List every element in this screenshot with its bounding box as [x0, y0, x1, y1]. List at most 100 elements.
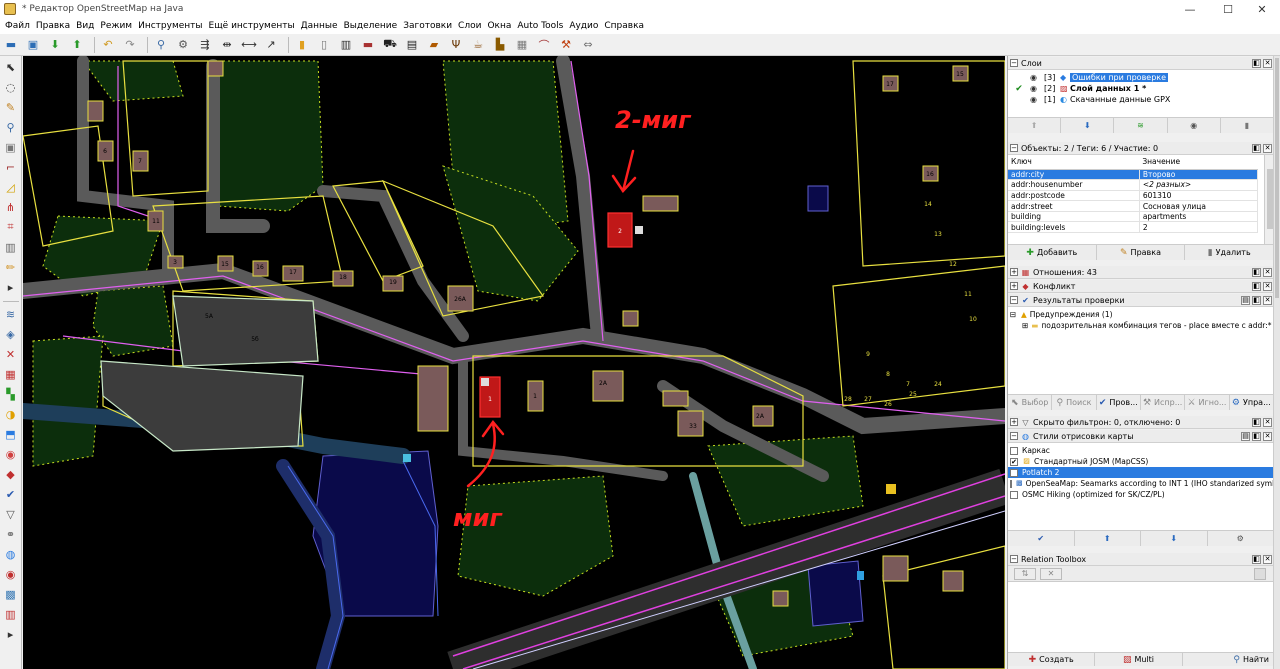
warnings-group[interactable]: ⊟ ▲ Предупреждения (1): [1008, 309, 1273, 320]
close-dialog-button[interactable]: ✕: [1263, 268, 1272, 277]
filter-icon[interactable]: ▽: [2, 505, 20, 523]
download-icon[interactable]: ⬇: [46, 36, 64, 54]
layer-row[interactable]: ✔ ◉ [2] ▨ Слой данных 1 *: [1008, 83, 1273, 94]
improve-way-icon[interactable]: ⋔: [2, 198, 20, 216]
expand-toolbar-icon[interactable]: ▸: [2, 278, 20, 296]
scrollbar-thumb[interactable]: [1275, 58, 1279, 298]
building-tool-icon[interactable]: ⌗: [2, 218, 20, 236]
toggle-view-icon[interactable]: ⚭: [2, 525, 20, 543]
zoom-to-button[interactable]: ⚲ Поиск: [1052, 395, 1097, 410]
preset-street-icon[interactable]: ▥: [337, 36, 355, 54]
save-icon[interactable]: ▣: [24, 36, 42, 54]
conflict-dialog-header[interactable]: + ◆ Конфликт ◧ ✕: [1008, 280, 1273, 293]
tags-toggle-icon[interactable]: ◈: [2, 325, 20, 343]
draw-mode-icon[interactable]: ✎: [2, 98, 20, 116]
relation-toolbox-header[interactable]: − Relation Toolbox ◧ ✕: [1008, 553, 1273, 566]
preset-arrows-icon[interactable]: ⇔: [579, 36, 597, 54]
preset-building-icon[interactable]: ▮: [293, 36, 311, 54]
multipolygon-button[interactable]: ▧ Multi: [1095, 653, 1183, 666]
column-key[interactable]: Ключ: [1008, 155, 1140, 170]
combine-way-icon[interactable]: ⟷: [240, 36, 258, 54]
extrude-mode-icon[interactable]: ⌐: [2, 158, 20, 176]
visibility-eye-icon[interactable]: ◉: [1030, 95, 1044, 104]
move-down-button[interactable]: ⬇: [1061, 118, 1115, 133]
validation-icon[interactable]: ✔: [2, 485, 20, 503]
fix-button[interactable]: ⚒ Испр...: [1141, 395, 1186, 410]
parallel-mode-icon[interactable]: ◿: [2, 178, 20, 196]
menu-mode[interactable]: Режим: [97, 21, 135, 31]
map-styles-dialog-header[interactable]: − ◍ Стили отрисовки карты ▤ ◧ ✕: [1008, 430, 1273, 443]
detach-button[interactable]: ◧: [1252, 555, 1261, 564]
preset-cafe-icon[interactable]: ☕: [469, 36, 487, 54]
close-dialog-button[interactable]: ✕: [1263, 144, 1272, 153]
close-dialog-button[interactable]: ✕: [1263, 418, 1272, 427]
preset-industrial-icon[interactable]: ▙: [491, 36, 509, 54]
minimize-button[interactable]: —: [1172, 0, 1208, 18]
close-dialog-button[interactable]: ✕: [1263, 555, 1272, 564]
expand-toggle[interactable]: +: [1010, 268, 1018, 276]
settings-button[interactable]: ▤: [1241, 296, 1250, 305]
map-style-row[interactable]: Каркас: [1008, 445, 1273, 456]
menu-auto-tools[interactable]: Auto Tools: [514, 21, 566, 31]
zoom-icon[interactable]: ⚲: [152, 36, 170, 54]
conflict-icon[interactable]: ◆: [2, 465, 20, 483]
relations-dialog-header[interactable]: + ▦ Отношения: 43 ◧ ✕: [1008, 266, 1273, 279]
delete-tag-button[interactable]: ▮ Удалить: [1185, 245, 1273, 260]
layers-toggle-icon[interactable]: ≋: [2, 305, 20, 323]
filter-dialog-header[interactable]: + ▽ Скрыто фильтрон: 0, отключено: 0 ◧ ✕: [1008, 416, 1273, 429]
collapse-toggle[interactable]: −: [1010, 296, 1018, 304]
tags-dialog-header[interactable]: − Объекты: 2 / Теги: 6 / Участие: 0 ◧ ✕: [1008, 142, 1273, 155]
detach-button[interactable]: ◧: [1252, 59, 1261, 68]
tag-row[interactable]: building apartments: [1008, 211, 1259, 223]
expand-toggle[interactable]: +: [1010, 282, 1018, 290]
expand-toggle[interactable]: +: [1010, 418, 1018, 426]
preferences-icon[interactable]: ⚙: [174, 36, 192, 54]
zoom-mode-icon[interactable]: ⚲: [2, 118, 20, 136]
delete-mode-icon[interactable]: ▣: [2, 138, 20, 156]
tags-scrollbar[interactable]: [1264, 155, 1273, 244]
lasso-mode-icon[interactable]: ◌: [2, 78, 20, 96]
settings-button[interactable]: ▤: [1241, 432, 1250, 441]
validation-dialog-header[interactable]: − ✔ Результаты проверки ▤ ◧ ✕: [1008, 294, 1273, 307]
undo-icon[interactable]: ↶: [99, 36, 117, 54]
tag-row[interactable]: building:levels 2: [1008, 221, 1259, 234]
layer-row[interactable]: ◉ [3] ◆ Ошибки при проверке: [1008, 72, 1273, 83]
preset-bridge-icon[interactable]: ⌒: [535, 36, 553, 54]
detach-button[interactable]: ◧: [1252, 282, 1261, 291]
preset-pipeline-icon[interactable]: ▦: [513, 36, 531, 54]
tag-row[interactable]: addr:city Второво: [1008, 169, 1259, 181]
close-dialog-button[interactable]: ✕: [1263, 432, 1272, 441]
visibility-eye-icon[interactable]: ◉: [1030, 73, 1044, 82]
move-style-down-button[interactable]: ⬇: [1141, 531, 1208, 546]
tag-row[interactable]: addr:housenumber <2 разных>: [1008, 179, 1259, 191]
pencil-icon[interactable]: ✏: [2, 258, 20, 276]
map-style-row[interactable]: ▩ OpenSeaMap: Seamarks according to INT …: [1008, 478, 1273, 489]
activate-layer-button[interactable]: ≋: [1114, 118, 1168, 133]
activate-style-button[interactable]: ✔: [1008, 531, 1075, 546]
color-palette-icon[interactable]: ◉: [2, 445, 20, 463]
map-style-icon[interactable]: ◍: [2, 545, 20, 563]
visibility-eye-icon[interactable]: ◉: [1030, 84, 1044, 93]
menu-view[interactable]: Вид: [73, 21, 97, 31]
map-style-row[interactable]: OSMC Hiking (optimized for SK/CZ/PL): [1008, 489, 1273, 500]
collapse-toggle[interactable]: −: [1010, 432, 1018, 440]
upload-icon[interactable]: ⬆: [68, 36, 86, 54]
create-relation-button[interactable]: ✚ Создать: [1008, 653, 1096, 666]
preset-shop-icon[interactable]: ▰: [425, 36, 443, 54]
map-style-row[interactable]: ✔ ▨ Стандартный JOSM (MapCSS): [1008, 456, 1273, 467]
menu-tools[interactable]: Инструменты: [135, 21, 205, 31]
ignore-button[interactable]: ⚔ Игно...: [1185, 395, 1230, 410]
menu-file[interactable]: Файл: [2, 21, 33, 31]
tag-row[interactable]: addr:postcode 601310: [1008, 190, 1259, 202]
history-icon[interactable]: ◑: [2, 405, 20, 423]
select-button[interactable]: ⬉ Выбор: [1008, 395, 1053, 410]
select-mode-icon[interactable]: ⬉: [2, 58, 20, 76]
preset-crossing-icon[interactable]: ⚒: [557, 36, 575, 54]
collapse-toggle[interactable]: −: [1010, 555, 1018, 563]
preset-bus-icon[interactable]: ▤: [403, 36, 421, 54]
menu-more-tools[interactable]: Ещё инструменты: [206, 21, 298, 31]
detach-button[interactable]: ◧: [1252, 268, 1261, 277]
show-hide-button[interactable]: ◉: [1168, 118, 1221, 133]
map-style-row[interactable]: Potlatch 2: [1008, 467, 1273, 478]
column-value[interactable]: Значение: [1139, 155, 1258, 170]
